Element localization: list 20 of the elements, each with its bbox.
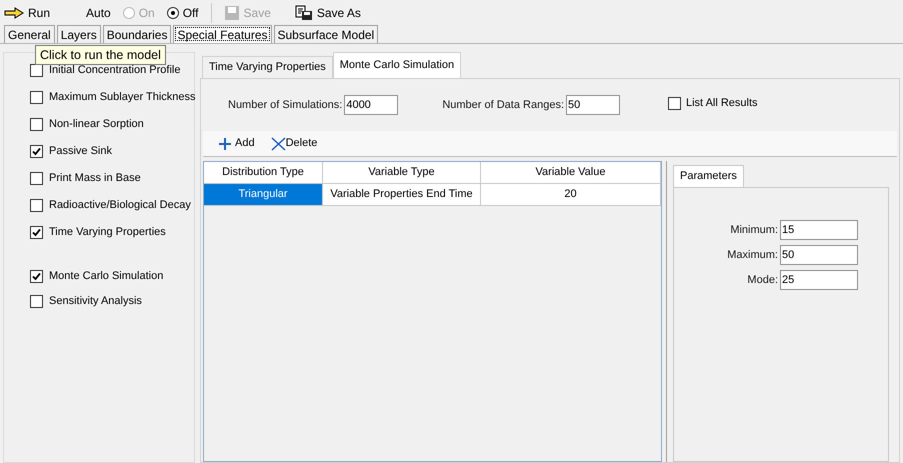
feature-label: Monte Carlo Simulation: [49, 269, 164, 284]
parameter-label: Maximum:: [727, 248, 778, 263]
parameter-label: Minimum:: [730, 222, 778, 238]
simulations-label: Number of Simulations:: [228, 98, 342, 113]
feature-label: Sensitivity Analysis: [49, 294, 142, 310]
feature-label: Radioactive/Biological Decay: [49, 198, 191, 214]
feature-label: Non-linear Sorption: [49, 117, 144, 132]
feature-label: Time Varying Properties: [49, 225, 166, 240]
list-all-label: List All Results: [686, 96, 758, 111]
feature-label: Print Mass in Base: [49, 171, 141, 186]
feature-label: Maximum Sublayer Thickness: [49, 90, 196, 106]
table-cell: 20: [481, 184, 661, 206]
feature-label: Passive Sink: [49, 144, 112, 160]
table-cell: Triangular: [204, 184, 323, 206]
feature-label: Initial Concentration Profile: [49, 63, 180, 78]
parameter-label: Mode:: [747, 272, 778, 288]
auto-label: Auto: [86, 5, 111, 22]
table-cell: Variable Properties End Time: [323, 184, 481, 206]
tooltip: Click to run the model: [35, 45, 166, 65]
data-ranges-label: Number of Data Ranges:: [442, 98, 564, 113]
